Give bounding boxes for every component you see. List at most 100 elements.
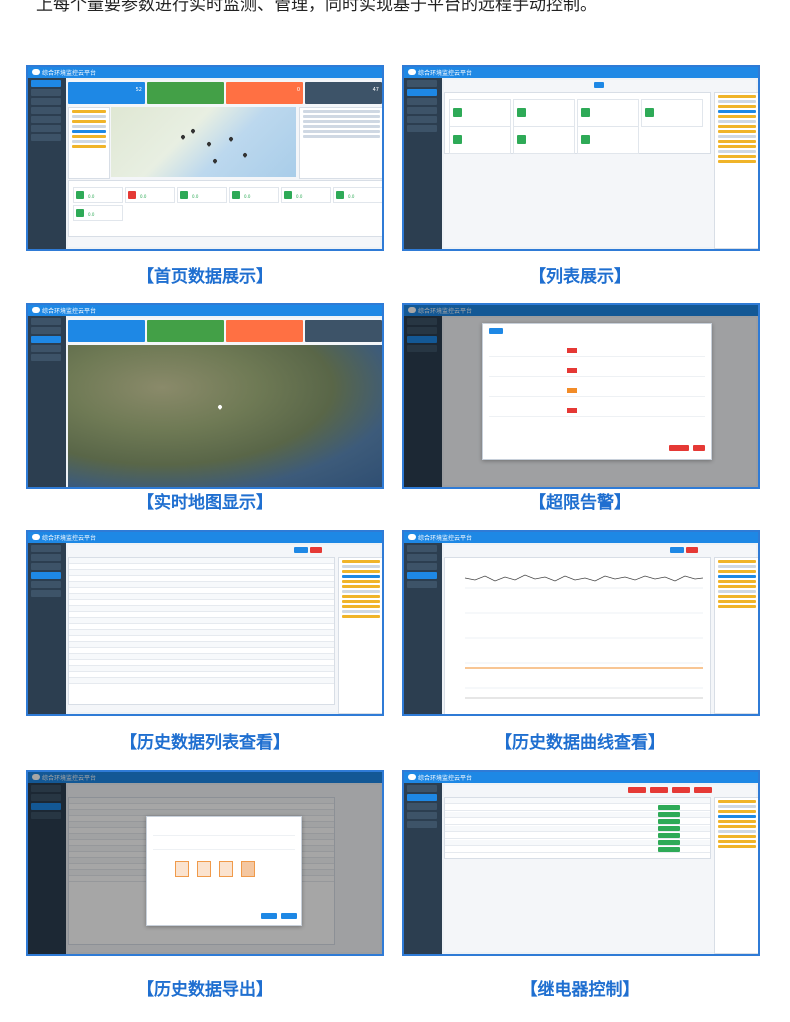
tree-node[interactable] [718, 815, 756, 818]
sensor-card[interactable]: 0.0 [177, 187, 227, 203]
sidebar-item[interactable] [31, 116, 61, 123]
relay-toggle[interactable] [658, 805, 680, 810]
tree-node[interactable] [718, 590, 756, 593]
sidebar-item[interactable] [407, 98, 437, 105]
sidebar-item[interactable] [407, 581, 437, 588]
sensor-card[interactable]: 0.0 [73, 205, 123, 221]
tree-node[interactable] [718, 805, 756, 808]
query-button[interactable] [670, 547, 684, 553]
device-card[interactable] [449, 99, 511, 127]
tree-node[interactable] [718, 835, 756, 838]
map-pin-icon[interactable] [217, 404, 223, 410]
export-format-option[interactable] [175, 861, 189, 877]
tree-node[interactable] [718, 580, 756, 583]
map-pin-icon[interactable] [242, 152, 248, 158]
sidebar-item[interactable] [407, 572, 437, 579]
tree-node[interactable] [72, 145, 106, 148]
tree-node[interactable] [718, 100, 756, 103]
sidebar-item[interactable] [407, 821, 437, 828]
tree-node[interactable] [342, 560, 380, 563]
device-card[interactable] [513, 126, 575, 154]
sidebar-item[interactable] [31, 345, 61, 352]
alarm-color-swatch[interactable] [567, 368, 577, 373]
tree-node[interactable] [718, 570, 756, 573]
sidebar-item[interactable] [31, 89, 61, 96]
stat-tile-online[interactable] [68, 320, 145, 342]
sensor-card[interactable]: 0.0 [333, 187, 382, 203]
tree-node[interactable] [72, 140, 106, 143]
sidebar-item[interactable] [407, 563, 437, 570]
search-button[interactable] [594, 82, 604, 88]
device-card[interactable] [641, 99, 703, 127]
sidebar-item[interactable] [31, 336, 61, 343]
sidebar-item[interactable] [31, 572, 61, 579]
save-button[interactable] [669, 445, 689, 451]
sidebar-item[interactable] [407, 125, 437, 132]
relay-row[interactable] [445, 826, 710, 832]
relay-row[interactable] [445, 840, 710, 846]
relay-toggle[interactable] [658, 840, 680, 845]
tree-node[interactable] [718, 840, 756, 843]
sensor-card[interactable]: 0.0 [281, 187, 331, 203]
tree-node[interactable] [718, 810, 756, 813]
tree-node[interactable] [718, 155, 756, 158]
tree-node[interactable] [718, 110, 756, 113]
tree-node[interactable] [718, 145, 756, 148]
tree-node[interactable] [342, 600, 380, 603]
tab-alarm[interactable] [489, 328, 503, 334]
sidebar-item[interactable] [407, 812, 437, 819]
tree-node[interactable] [718, 160, 756, 163]
tree-node[interactable] [718, 125, 756, 128]
stat-tile-normal[interactable] [147, 82, 224, 104]
sidebar-item[interactable] [31, 107, 61, 114]
relay-row[interactable] [445, 847, 710, 853]
query-button[interactable] [294, 547, 308, 553]
sensor-card[interactable]: 0.0 [229, 187, 279, 203]
tree-node[interactable] [718, 845, 756, 848]
sidebar-item[interactable] [31, 581, 61, 588]
sidebar-item[interactable] [31, 354, 61, 361]
stat-tile-normal[interactable] [147, 320, 224, 342]
device-card[interactable] [577, 126, 639, 154]
tree-node[interactable] [72, 130, 106, 133]
tree-node[interactable] [718, 825, 756, 828]
satellite-map[interactable] [68, 345, 382, 487]
relay-action-button[interactable] [628, 787, 646, 793]
relay-row[interactable] [445, 805, 710, 811]
tree-node[interactable] [72, 115, 106, 118]
relay-toggle[interactable] [658, 833, 680, 838]
tree-node[interactable] [718, 830, 756, 833]
sidebar-item[interactable] [31, 327, 61, 334]
device-card[interactable] [577, 99, 639, 127]
export-button[interactable] [686, 547, 698, 553]
tree-node[interactable] [342, 580, 380, 583]
tree-node[interactable] [342, 575, 380, 578]
tree-node[interactable] [718, 130, 756, 133]
sensor-card[interactable]: 0.0 [125, 187, 175, 203]
tree-node[interactable] [718, 135, 756, 138]
tree-node[interactable] [72, 120, 106, 123]
tree-node[interactable] [718, 95, 756, 98]
tree-node[interactable] [718, 595, 756, 598]
stat-tile-offline[interactable]: 47 [305, 82, 382, 104]
cancel-button[interactable] [693, 445, 705, 451]
alarm-color-swatch[interactable] [567, 348, 577, 353]
sidebar-item[interactable] [31, 98, 61, 105]
tree-node[interactable] [72, 135, 106, 138]
tree-node[interactable] [718, 575, 756, 578]
export-button[interactable] [310, 547, 322, 553]
tree-node[interactable] [718, 820, 756, 823]
sidebar-item[interactable] [407, 116, 437, 123]
relay-row[interactable] [445, 833, 710, 839]
sidebar-item[interactable] [31, 80, 61, 87]
sidebar-item[interactable] [407, 545, 437, 552]
tree-node[interactable] [342, 570, 380, 573]
device-card[interactable] [513, 99, 575, 127]
cancel-button[interactable] [281, 913, 297, 919]
sidebar-item[interactable] [31, 590, 61, 597]
tree-node[interactable] [718, 560, 756, 563]
sensor-card[interactable]: 0.0 [73, 187, 123, 203]
relay-toggle[interactable] [658, 819, 680, 824]
relay-action-button[interactable] [672, 787, 690, 793]
tree-node[interactable] [718, 105, 756, 108]
